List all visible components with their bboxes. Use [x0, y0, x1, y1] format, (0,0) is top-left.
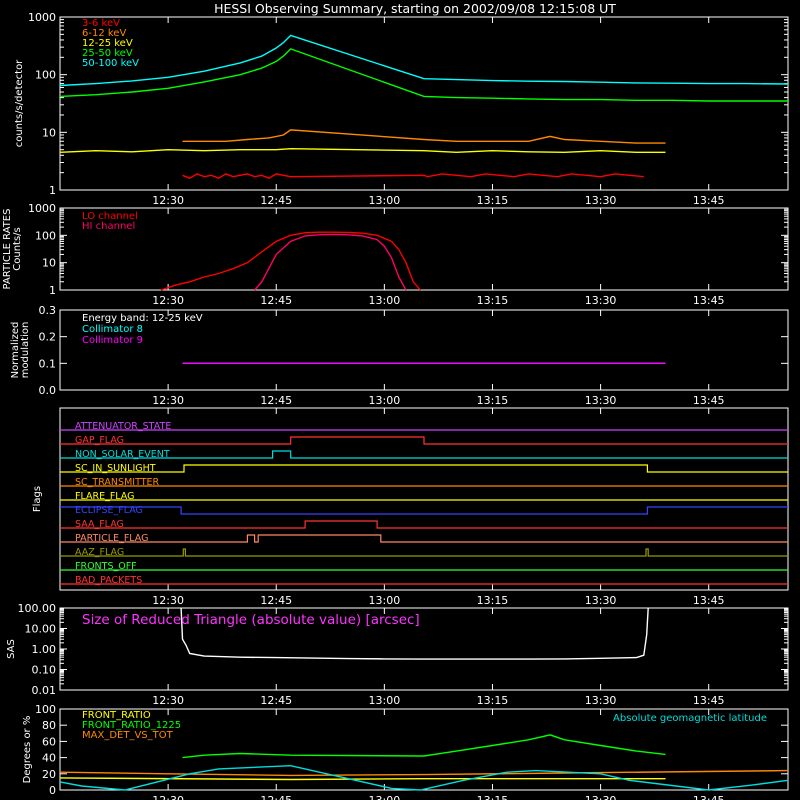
- counts-legend-4: 50-100 keV: [82, 58, 139, 69]
- x-tick-label: 13:00: [369, 194, 401, 207]
- modulation-legend-0: Collimator 8: [82, 324, 143, 335]
- x-tick-label: 13:15: [477, 294, 509, 307]
- modulation-annotation: Energy band: 12-25 keV: [82, 313, 203, 324]
- modulation-legend-1: Collimator 9: [82, 335, 143, 346]
- y-tick-label: 10.00: [25, 623, 57, 636]
- chart-title: HESSI Observing Summary, starting on 200…: [214, 1, 616, 16]
- ratios-ylabel: Degrees or %: [22, 716, 33, 784]
- x-tick-label: 13:00: [369, 394, 401, 407]
- y-tick-label: 0.1: [39, 357, 57, 370]
- y-tick-label: 20: [42, 768, 56, 781]
- x-tick-label: 13:15: [477, 694, 509, 707]
- x-tick-label: 13:45: [693, 594, 725, 607]
- y-tick-label: 100: [35, 229, 56, 242]
- x-tick-label: 12:30: [152, 594, 184, 607]
- x-tick-label: 13:30: [585, 794, 617, 800]
- y-tick-label: 10: [42, 126, 56, 139]
- y-tick-label: 1000: [28, 11, 56, 24]
- x-tick-label: 12:30: [152, 194, 184, 207]
- y-tick-label: 1: [49, 284, 56, 297]
- x-tick-label: 13:00: [369, 294, 401, 307]
- x-tick-label: 13:30: [585, 194, 617, 207]
- x-tick-label: 13:45: [693, 294, 725, 307]
- x-tick-label: 13:45: [693, 794, 725, 800]
- flag-label: NON_SOLAR_EVENT: [75, 449, 170, 460]
- y-tick-label: 0.3: [39, 304, 57, 317]
- x-tick-label: 12:45: [260, 194, 292, 207]
- x-tick-label: 13:45: [693, 394, 725, 407]
- y-tick-label: 1: [49, 184, 56, 197]
- observing-summary-figure: HESSI Observing Summary, starting on 200…: [0, 0, 800, 800]
- sas-ylabel: SAS: [6, 639, 17, 659]
- x-tick-label: 13:15: [477, 594, 509, 607]
- y-tick-label: 0.01: [32, 684, 57, 697]
- flag-label: SAA_FLAG: [75, 519, 124, 530]
- x-tick-label: 13:30: [585, 394, 617, 407]
- flag-label: FRONTS_OFF: [75, 561, 137, 572]
- x-tick-label: 12:30: [152, 794, 184, 800]
- x-tick-label: 12:45: [260, 294, 292, 307]
- x-tick-label: 13:30: [585, 694, 617, 707]
- x-tick-label: 12:45: [260, 694, 292, 707]
- flag-label: SC_IN_SUNLIGHT: [75, 463, 156, 474]
- x-tick-label: 12:30: [152, 694, 184, 707]
- y-tick-label: 100: [35, 69, 56, 82]
- y-tick-label: 0.2: [39, 331, 57, 344]
- y-tick-label: 0.10: [32, 664, 57, 677]
- y-tick-label: 10: [42, 257, 56, 270]
- particle-rates-legend-1: HI channel: [82, 221, 135, 232]
- x-tick-label: 13:15: [477, 794, 509, 800]
- x-tick-label: 13:00: [369, 694, 401, 707]
- counts-ylabel: counts/s/detector: [14, 59, 25, 147]
- y-tick-label: 0: [49, 784, 56, 797]
- x-tick-label: 12:45: [260, 594, 292, 607]
- x-tick-label: 13:15: [477, 194, 509, 207]
- x-tick-label: 13:00: [369, 594, 401, 607]
- flag-label: PARTICLE_FLAG: [75, 533, 148, 544]
- ratios-legend-2: MAX_DET_VS_TOT: [82, 730, 174, 741]
- y-tick-label: 100.00: [18, 602, 57, 615]
- y-tick-label: 40: [42, 752, 56, 765]
- x-tick-label: 13:00: [369, 794, 401, 800]
- x-tick-label: 12:30: [152, 394, 184, 407]
- flag-label: ECLIPSE_FLAG: [75, 505, 143, 516]
- x-tick-label: 13:45: [693, 694, 725, 707]
- y-tick-label: 1.00: [32, 643, 57, 656]
- x-tick-label: 12:30: [152, 294, 184, 307]
- x-tick-label: 13:15: [477, 394, 509, 407]
- flag-label: SC_TRANSMITTER: [75, 477, 160, 488]
- flag-label: BAD_PACKETS: [75, 575, 142, 586]
- y-tick-label: 60: [42, 735, 56, 748]
- ratios-annotation: Absolute geomagnetic latitude: [613, 713, 767, 724]
- flag-label: FLARE_FLAG: [75, 491, 135, 502]
- modulation-ylabel: Normalizedmodulation: [10, 322, 31, 379]
- flags-ylabel: Flags: [32, 486, 43, 512]
- x-tick-label: 12:45: [260, 394, 292, 407]
- x-tick-label: 13:30: [585, 294, 617, 307]
- sas-annotation: Size of Reduced Triangle (absolute value…: [82, 612, 420, 628]
- y-tick-label: 100: [35, 703, 56, 716]
- flag-label: AAZ_FLAG: [75, 547, 124, 558]
- y-tick-label: 80: [42, 719, 56, 732]
- x-tick-label: 13:30: [585, 594, 617, 607]
- x-tick-label: 12:45: [260, 794, 292, 800]
- y-tick-label: 1000: [28, 202, 56, 215]
- flag-label: GAP_FLAG: [75, 435, 124, 446]
- y-tick-label: 0.0: [39, 384, 57, 397]
- x-tick-label: 13:45: [693, 194, 725, 207]
- flag-label: ATTENUATOR_STATE: [75, 421, 171, 432]
